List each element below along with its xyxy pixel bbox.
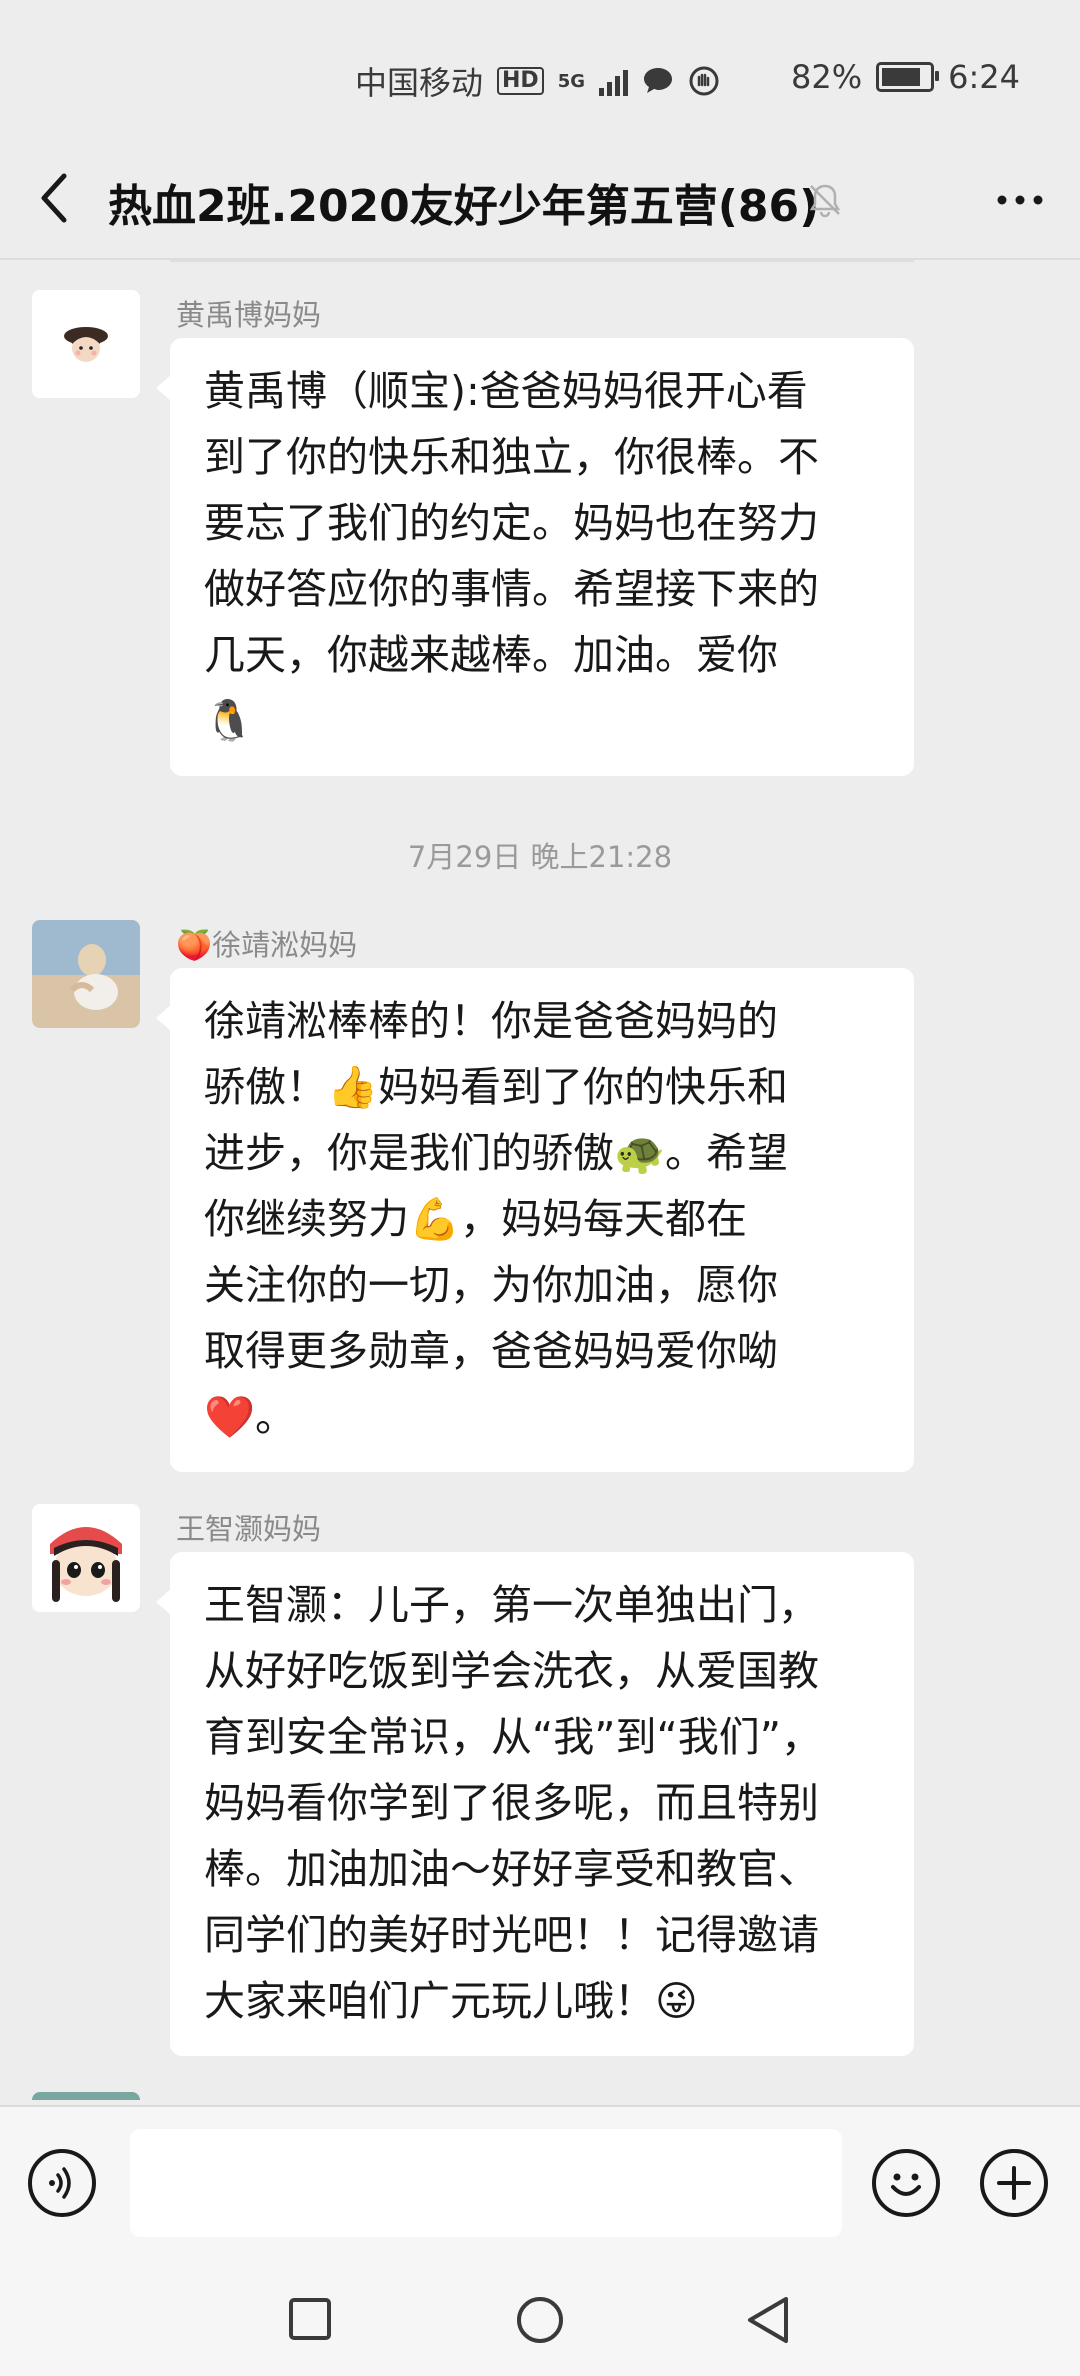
message-list[interactable]: 黄禹博妈妈 黄禹博（顺宝):爸爸妈妈很开心看 到了你的快乐和独立，你很棒。不 要… [0,260,1080,2100]
chat-header: 热血2班.2020友好少年第五营(86) [0,140,1080,260]
hand-icon [689,66,719,96]
back-icon[interactable] [30,168,82,228]
status-right: 82% 6:24 [791,58,1020,96]
system-nav-bar [0,2255,1080,2376]
input-bar [0,2105,1080,2257]
message-line: 同学们的美好时光吧！！记得邀请 [204,1911,819,1959]
bubble-edge [170,260,914,262]
sender-name: 黄禹博妈妈 [176,298,322,332]
beach-photo-avatar-icon [32,920,140,1028]
voice-waves-icon [49,2167,71,2199]
message-line: 做好答应你的事情。希望接下来的 [204,565,819,613]
chat-bubble-icon [644,68,672,93]
message-line: 你继续努力💪，妈妈每天都在 [204,1195,748,1243]
cartoon-girl-avatar-icon [32,1504,140,1612]
message-line: 到了你的快乐和独立，你很棒。不 [204,433,819,481]
avatar[interactable] [32,1504,140,1612]
message-line: 要忘了我们的约定。妈妈也在努力 [204,499,819,547]
message-line: 育到安全常识，从“我”到“我们”， [204,1713,822,1761]
message-line: 从好好吃饭到学会洗衣，从爱国教 [204,1647,819,1695]
more-icon[interactable] [990,170,1050,230]
home-icon[interactable] [515,2295,565,2345]
avatar[interactable] [32,290,140,398]
timestamp: 7月29日 晚上21:28 [407,840,673,874]
mute-bell-icon [809,184,841,218]
message-line: 进步，你是我们的骄傲🐢。希望 [204,1129,789,1177]
plus-cross-icon [997,2166,1031,2200]
recents-icon[interactable] [288,2297,332,2341]
message-line: 关注你的一切，为你加油，愿你 [204,1261,778,1309]
plus-icon[interactable] [980,2149,1048,2217]
message-bubble[interactable]: 黄禹博（顺宝):爸爸妈妈很开心看 到了你的快乐和独立，你很棒。不 要忘了我们的约… [156,338,914,776]
hd-icon: HD [497,67,544,95]
message-bubble[interactable]: 徐靖淞棒棒的！你是爸爸妈妈的 骄傲！👍妈妈看到了你的快乐和 进步，你是我们的骄傲… [156,968,914,1472]
message-line: 骄傲！👍妈妈看到了你的快乐和 [204,1063,789,1111]
clock: 6:24 [948,58,1020,96]
avatar[interactable] [32,920,140,1028]
carrier-label: 中国移动 [354,64,483,102]
avatar[interactable] [32,2092,140,2100]
girl-avatar-icon [32,290,140,398]
message-line: 徐靖淞棒棒的！你是爸爸妈妈的 [204,997,778,1045]
message-line: 棒。加油加油～好好享受和教官、 [204,1845,819,1893]
chat-title[interactable]: 热血2班.2020友好少年第五营(86) [108,170,819,234]
message-line: 大家来咱们广元玩儿哦！😜 [204,1977,698,2025]
message-line: 王智灏：儿子，第一次单独出门， [204,1581,819,1629]
message-line: 妈妈看你学到了很多呢，而且特别 [204,1779,819,1827]
message-line: ❤️。 [204,1393,297,1441]
sender-name: 🍑徐靖淞妈妈 [176,928,358,962]
emoji-icon[interactable] [872,2149,940,2217]
back-triangle-icon[interactable] [744,2295,792,2345]
network-label: 5G [557,70,585,92]
signal-icon [599,66,628,96]
smiley-face-icon [891,2173,921,2196]
battery-icon [876,62,940,92]
status-left: 中国移动 HD 5G [355,58,720,104]
message-input[interactable] [130,2129,842,2237]
message-line: 取得更多勋章，爸爸妈妈爱你呦 [204,1327,778,1375]
penguin-emoji-icon: 🐧 [204,698,254,744]
message-bubble[interactable]: 王智灏：儿子，第一次单独出门， 从好好吃饭到学会洗衣，从爱国教 育到安全常识，从… [156,1552,914,2056]
battery-percent: 82% [791,58,863,96]
voice-icon[interactable] [28,2149,96,2217]
message-line: 几天，你越来越棒。加油。爱你 [204,631,778,679]
sender-name: 王智灏妈妈 [176,1512,322,1546]
status-bar: 中国移动 HD 5G 82% 6:24 [0,0,1080,160]
message-line: 黄禹博（顺宝):爸爸妈妈很开心看 [204,367,808,415]
